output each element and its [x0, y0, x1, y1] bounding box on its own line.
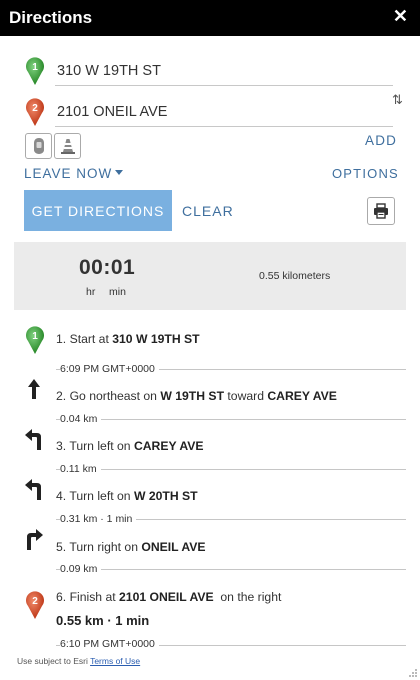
route-summary: 00:01 hr min 0.55 kilometers	[14, 242, 406, 310]
start-pin-icon: 1	[26, 326, 44, 354]
step-4-text: 4. Turn left on W 20TH ST	[56, 489, 198, 503]
stop-1-pin-icon: 1	[26, 57, 44, 85]
total-distance: 0.55 kilometers	[259, 270, 331, 282]
step-2-text: 2. Go northeast on W 19TH ST toward CARE…	[56, 389, 337, 403]
total-time: 00:01	[79, 256, 136, 279]
travel-mode-button-driving[interactable]	[25, 133, 52, 159]
stop-2-marker-label: 2	[32, 103, 38, 114]
stop-row-1: 1	[22, 56, 394, 86]
add-stop-link[interactable]: ADD	[365, 133, 397, 148]
location-marker-icon	[34, 138, 44, 154]
turn-left-icon	[25, 429, 41, 450]
title-bar: Directions ✕	[0, 0, 420, 36]
step-5-text: 5. Turn right on ONEIL AVE	[56, 540, 206, 554]
leave-now-dropdown[interactable]: LEAVE NOW	[24, 166, 124, 181]
step-1-meta: 6:09 PM GMT+0000	[60, 363, 159, 375]
footer: Use subject to Esri Terms of Use	[17, 656, 140, 666]
hours-label: hr	[86, 286, 96, 298]
step-2-meta: 0.04 km	[60, 413, 102, 425]
print-button[interactable]	[367, 197, 395, 225]
close-icon[interactable]: ✕	[393, 6, 408, 27]
step-1-text: 1. Start at 310 W 19TH ST	[56, 332, 200, 346]
finish-pin-icon: 2	[26, 591, 44, 619]
final-total: 0.55 km · 1 min	[56, 613, 150, 628]
stop-1-marker-label: 1	[32, 62, 38, 73]
terms-of-use-link[interactable]: Terms of Use	[90, 656, 140, 666]
step-divider	[56, 469, 406, 470]
step-3-meta: 0.11 km	[60, 463, 101, 475]
turn-left-icon	[25, 479, 41, 500]
footer-text: Use subject to Esri	[17, 656, 91, 666]
traffic-cone-icon	[61, 139, 75, 154]
chevron-down-icon	[115, 170, 124, 175]
step-4-meta: 0.31 km · 1 min	[60, 513, 137, 525]
get-directions-button[interactable]: GET DIRECTIONS	[24, 190, 172, 231]
resize-handle-icon[interactable]	[408, 668, 418, 678]
destination-input[interactable]	[55, 97, 393, 127]
step-divider	[56, 569, 406, 570]
panel-title: Directions	[9, 8, 93, 27]
arrow-up-icon	[28, 379, 40, 399]
leave-now-label: LEAVE NOW	[24, 166, 113, 181]
minutes-label: min	[109, 286, 126, 298]
options-link[interactable]: OPTIONS	[332, 166, 399, 181]
step-6-meta: 6:10 PM GMT+0000	[60, 638, 159, 650]
step-6-text: 6. Finish at 2101 ONEIL AVE on the right	[56, 590, 282, 604]
printer-icon	[374, 203, 388, 219]
svg-text:2: 2	[32, 596, 38, 607]
stop-2-pin-icon: 2	[26, 98, 44, 126]
step-divider	[56, 419, 406, 420]
turn-right-icon	[27, 529, 43, 550]
clear-link[interactable]: CLEAR	[182, 203, 234, 219]
step-5-meta: 0.09 km	[60, 563, 102, 575]
swap-stops-icon[interactable]: ⇅	[392, 92, 406, 108]
stop-row-2: 2	[22, 97, 394, 127]
travel-mode-button-trucking[interactable]	[54, 133, 81, 159]
step-3-text: 3. Turn left on CAREY AVE	[56, 439, 204, 453]
origin-input[interactable]	[55, 56, 393, 86]
svg-text:1: 1	[32, 331, 38, 342]
